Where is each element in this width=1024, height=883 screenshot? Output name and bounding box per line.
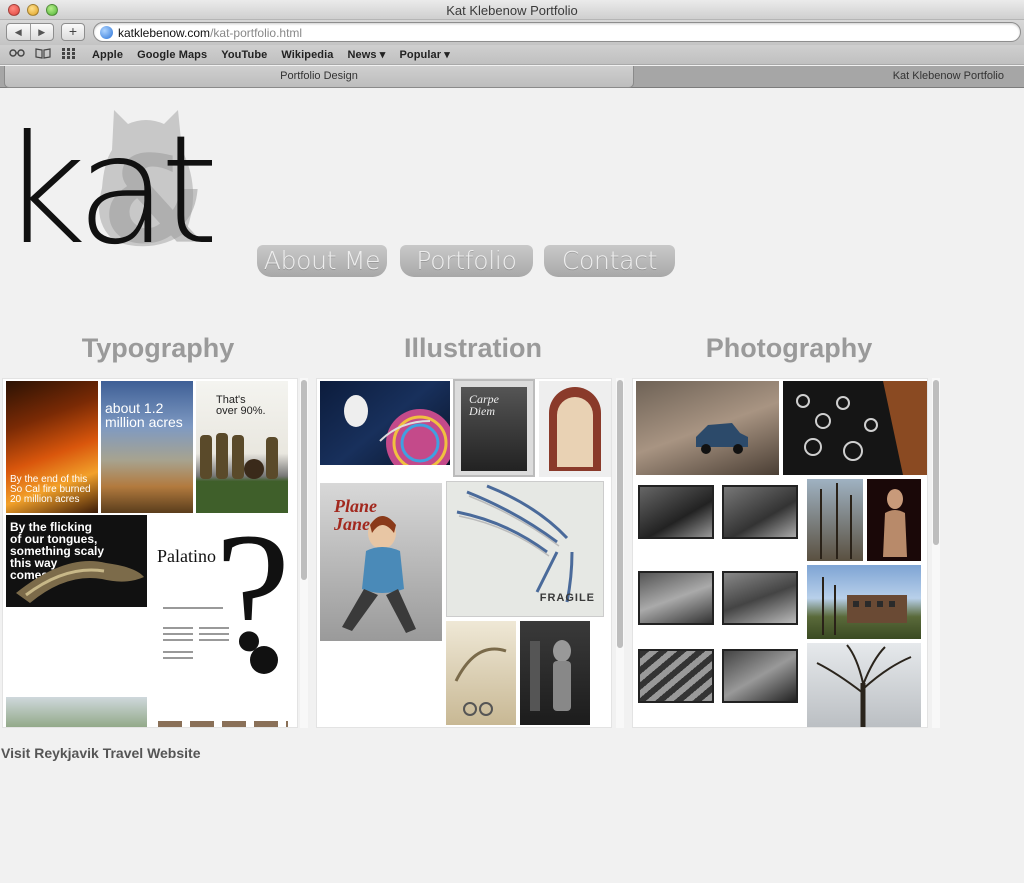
tab-bar: Portfolio Design Kat Klebenow Portfolio [0, 66, 1024, 88]
percent-poster-caption: That's over 90%. [216, 394, 266, 417]
photography-gallery[interactable] [632, 378, 928, 728]
top-sites-grid-icon[interactable] [60, 47, 78, 62]
photography-heading: Photography [705, 333, 873, 363]
site-logo[interactable]: & kat [0, 92, 246, 278]
url-host: katklebenow.com [118, 26, 211, 40]
handcrafted-illustration-thumb[interactable] [446, 621, 516, 725]
illustration-scrollbar[interactable] [616, 378, 624, 728]
address-text: katklebenow.com/kat-portfolio.html [118, 26, 302, 40]
bw-photo-5-thumb[interactable] [636, 647, 716, 707]
bare-tree-photo-thumb[interactable] [807, 643, 921, 727]
typography-gallery[interactable]: By the end of this So Cal fire burned 20… [2, 378, 298, 728]
skeleton-hand-illustration-thumb[interactable]: FRAGILE [446, 481, 604, 617]
bw-photo-3-thumb[interactable] [636, 569, 716, 629]
globe-icon [100, 26, 113, 39]
jewelry-box-photo-thumb[interactable] [783, 381, 927, 475]
firefighters-poster-thumb[interactable]: That's over 90%. [196, 381, 288, 513]
fire-poster-thumb[interactable]: By the end of this So Cal fire burned 20… [6, 381, 98, 513]
photography-scrollbar[interactable] [932, 378, 940, 728]
bookmark-news-menu[interactable]: News ▾ [348, 48, 386, 61]
bw-photo-1-thumb[interactable] [636, 483, 716, 543]
browser-toolbar: ◀ ▶ + katklebenow.com/kat-portfolio.html [0, 20, 1024, 45]
figures-illustration-thumb[interactable] [520, 621, 590, 725]
bookmark-popular-menu[interactable]: Popular ▾ [399, 48, 449, 61]
back-button[interactable]: ◀ [7, 24, 30, 40]
url-path: /kat-portfolio.html [210, 26, 303, 40]
bookmarks-book-icon[interactable] [34, 47, 52, 62]
bookmarks-bar: Apple Google Maps YouTube Wikipedia News… [0, 45, 1024, 65]
window-title: Kat Klebenow Portfolio [446, 3, 578, 18]
bw-photo-4-thumb[interactable] [720, 569, 800, 629]
snake-poster-thumb[interactable]: By the flicking of our tongues, somethin… [6, 515, 147, 607]
tab-portfolio-design[interactable]: Portfolio Design [4, 66, 634, 88]
typography-scroll-thumb[interactable] [301, 380, 307, 580]
acres-poster-caption: about 1.2 million acres [105, 400, 183, 430]
astronaut-illustration-thumb[interactable] [320, 381, 450, 465]
palatino-poster-thumb[interactable]: Palatino ? [153, 515, 293, 695]
bookmark-google-maps[interactable]: Google Maps [137, 49, 207, 61]
trees-photo-thumb[interactable] [807, 479, 863, 561]
nav-portfolio[interactable]: Portfolio [400, 245, 533, 277]
palatino-caption: Palatino [157, 546, 216, 566]
acres-poster-thumb[interactable]: about 1.2 million acres [101, 381, 193, 513]
carpe-diem-illustration-thumb[interactable]: Carpe Diem [453, 379, 535, 477]
figure-photo-thumb[interactable] [867, 479, 921, 561]
reykjavik-travel-link[interactable]: Visit Reykjavik Travel Website [1, 745, 201, 761]
photography-scroll-thumb[interactable] [933, 380, 939, 545]
illustration-gallery[interactable]: Carpe Diem Plane Jane FRAGILE [316, 378, 612, 728]
building-photo-thumb[interactable] [807, 565, 921, 639]
bw-photo-2-thumb[interactable] [720, 483, 800, 543]
address-bar[interactable]: katklebenow.com/kat-portfolio.html [93, 22, 1021, 42]
carpe-diem-caption: Carpe Diem [469, 392, 499, 418]
web-page: & kat About Me Portfolio Contact Typogra… [0, 88, 1024, 883]
bookmark-apple[interactable]: Apple [92, 49, 123, 61]
typography-scrollbar[interactable] [300, 378, 308, 728]
nav-about-me[interactable]: About Me [257, 245, 387, 277]
plane-jane-illustration-thumb[interactable]: Plane Jane [320, 483, 442, 641]
illustration-scroll-thumb[interactable] [617, 380, 623, 648]
add-bookmark-button[interactable]: + [61, 23, 85, 41]
typography-heading: Typography [81, 333, 235, 363]
toy-car-photo-thumb[interactable] [636, 381, 779, 475]
reading-list-icon[interactable] [8, 48, 26, 61]
doorway-illustration-thumb[interactable] [539, 381, 611, 477]
illustration-heading: Illustration [403, 333, 542, 363]
tab-kat-klebenow-portfolio[interactable]: Kat Klebenow Portfolio [640, 66, 1020, 88]
window-titlebar: Kat Klebenow Portfolio [0, 0, 1024, 20]
fire-poster-caption: By the end of this So Cal fire burned 20… [10, 474, 91, 505]
bottles-poster-thumb[interactable] [158, 721, 288, 727]
landscape-poster-thumb[interactable] [6, 697, 147, 727]
history-buttons: ◀ ▶ [6, 23, 54, 41]
nav-contact[interactable]: Contact [544, 245, 675, 277]
bookmark-wikipedia[interactable]: Wikipedia [281, 49, 333, 61]
logo-wordmark: kat [6, 104, 212, 252]
forward-button[interactable]: ▶ [29, 24, 54, 40]
fragile-caption: FRAGILE [539, 592, 595, 604]
bw-photo-6-thumb[interactable] [720, 647, 800, 707]
bookmark-youtube[interactable]: YouTube [221, 49, 267, 61]
